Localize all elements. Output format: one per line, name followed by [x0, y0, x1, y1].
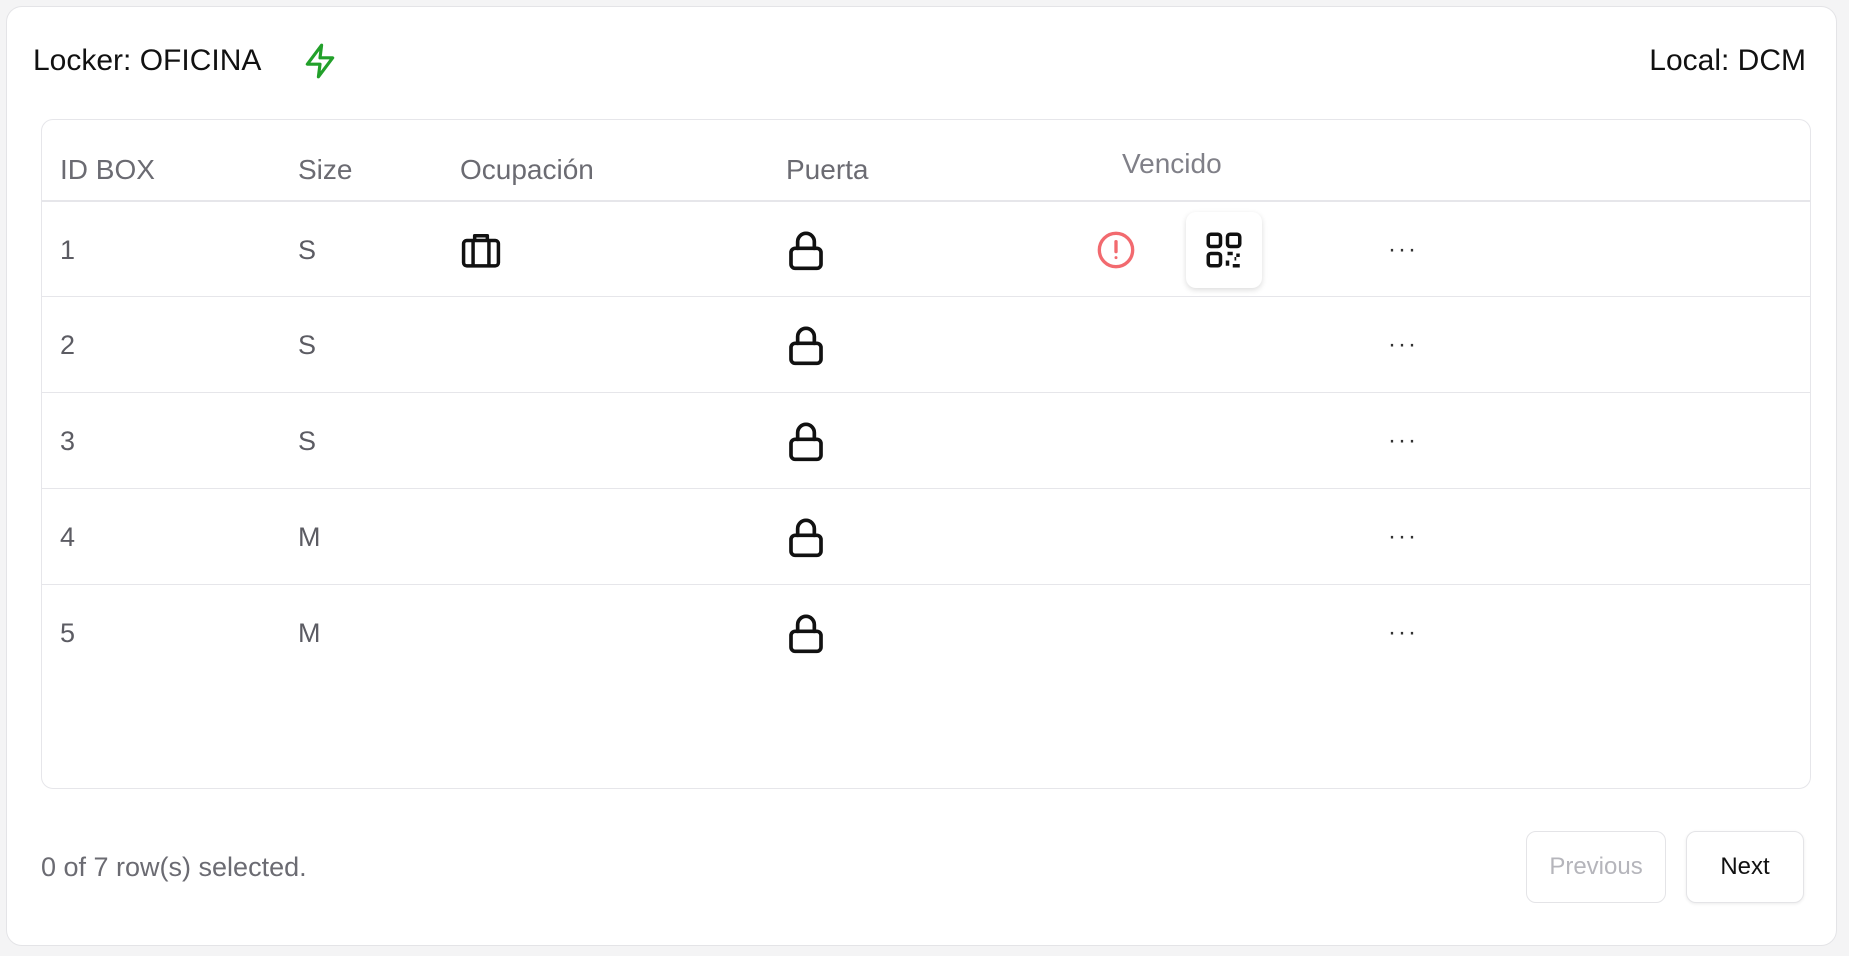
previous-button[interactable]: Previous	[1526, 831, 1666, 903]
next-button[interactable]: Next	[1686, 831, 1804, 903]
row-actions-button[interactable]: ···	[1388, 489, 1418, 585]
cell-id-box: 4	[60, 521, 76, 552]
row-actions-button[interactable]: ···	[1388, 202, 1418, 298]
lock-icon	[786, 611, 826, 655]
cell-size: S	[298, 234, 317, 265]
table-row[interactable]: 5 M ···	[42, 584, 1810, 680]
lock-icon	[786, 323, 826, 367]
locker-title: Locker: OFICINA	[33, 44, 262, 77]
qr-code-icon	[1203, 229, 1245, 271]
cell-vencido	[1096, 202, 1136, 298]
cell-id-box: 5	[60, 617, 76, 648]
pagination: Previous Next	[1526, 831, 1804, 903]
table-row[interactable]: 3 S ···	[42, 392, 1810, 488]
cell-size: S	[298, 425, 317, 456]
cell-puerta	[786, 393, 826, 489]
more-horizontal-icon: ···	[1388, 619, 1418, 646]
table-row[interactable]: 1 S ···	[42, 200, 1810, 296]
table-footer: 0 of 7 row(s) selected. Previous Next	[41, 829, 1804, 905]
more-horizontal-icon: ···	[1388, 236, 1418, 263]
cell-puerta	[786, 585, 826, 681]
row-actions-button[interactable]: ···	[1388, 297, 1418, 393]
cell-id-box: 3	[60, 425, 76, 456]
locker-card: Locker: OFICINA Local: DCM ID BOX Size O…	[6, 6, 1837, 946]
cell-size: S	[298, 329, 317, 360]
cell-size: M	[298, 617, 321, 648]
card-header: Locker: OFICINA Local: DCM	[33, 33, 1810, 89]
column-vencido: Vencido	[1122, 148, 1222, 179]
cell-id-box: 2	[60, 329, 76, 360]
cell-puerta	[786, 202, 826, 298]
local-label: Local: DCM	[1649, 44, 1806, 77]
row-actions-button[interactable]: ···	[1388, 585, 1418, 681]
selection-status: 0 of 7 row(s) selected.	[41, 851, 307, 882]
lock-icon	[786, 419, 826, 463]
more-horizontal-icon: ···	[1388, 427, 1418, 454]
cell-puerta	[786, 297, 826, 393]
lock-icon	[786, 515, 826, 559]
qr-code-button[interactable]	[1186, 212, 1262, 288]
more-horizontal-icon: ···	[1388, 331, 1418, 358]
zap-icon	[301, 42, 339, 80]
briefcase-icon	[460, 231, 502, 269]
table-row[interactable]: 4 M ···	[42, 488, 1810, 584]
cell-ocupacion	[460, 202, 502, 298]
more-horizontal-icon: ···	[1388, 523, 1418, 550]
cell-id-box: 1	[60, 234, 76, 265]
row-actions-button[interactable]: ···	[1388, 393, 1418, 489]
cell-size: M	[298, 521, 321, 552]
header-left: Locker: OFICINA	[33, 42, 339, 80]
table-row[interactable]: 2 S ···	[42, 296, 1810, 392]
lock-icon	[786, 228, 826, 272]
alert-circle-icon	[1096, 230, 1136, 270]
boxes-table: ID BOX Size Ocupación Puerta Vencido 1 S ·…	[41, 119, 1811, 789]
cell-puerta	[786, 489, 826, 585]
